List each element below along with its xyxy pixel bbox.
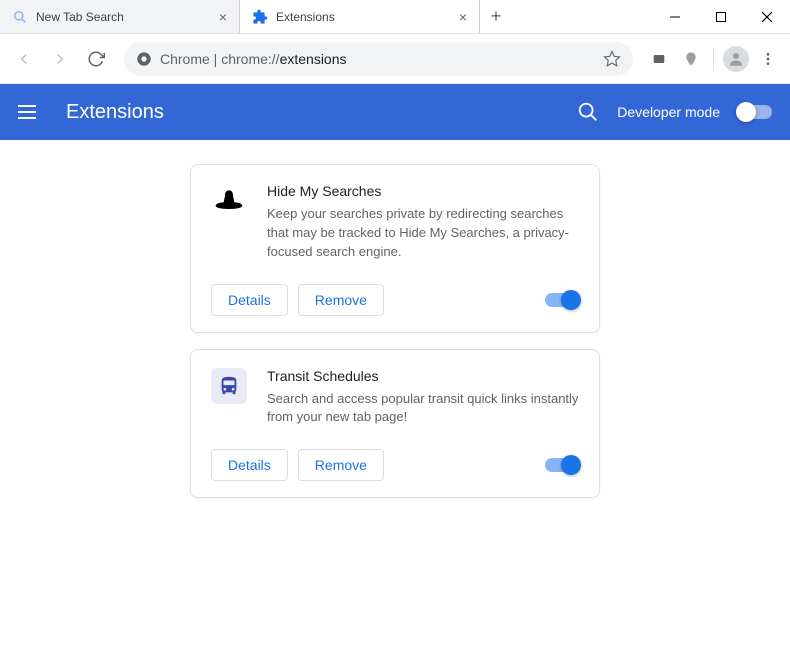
menu-icon[interactable]	[18, 100, 42, 124]
avatar-icon	[723, 46, 749, 72]
tab-extensions[interactable]: Extensions ×	[240, 0, 480, 33]
minimize-button[interactable]	[652, 0, 698, 33]
extension-description: Search and access popular transit quick …	[267, 390, 579, 428]
window-controls	[652, 0, 790, 33]
hat-icon	[211, 183, 247, 219]
developer-mode-toggle[interactable]	[738, 105, 772, 119]
extension-name: Hide My Searches	[267, 183, 579, 199]
profile-button[interactable]	[722, 45, 750, 73]
puzzle-icon	[252, 9, 268, 25]
tab-new-tab-search[interactable]: New Tab Search ×	[0, 0, 240, 33]
details-button[interactable]: Details	[211, 284, 288, 316]
developer-mode-label: Developer mode	[617, 104, 720, 120]
extension-description: Keep your searches private by redirectin…	[267, 205, 579, 262]
close-button[interactable]	[744, 0, 790, 33]
extension-card: Hide My Searches Keep your searches priv…	[190, 164, 600, 333]
details-button[interactable]: Details	[211, 449, 288, 481]
extensions-header: Extensions Developer mode	[0, 84, 790, 140]
extension-name: Transit Schedules	[267, 368, 579, 384]
address-bar[interactable]: Chrome | chrome://extensions	[124, 42, 633, 76]
bus-icon	[211, 368, 247, 404]
remove-button[interactable]: Remove	[298, 284, 384, 316]
new-tab-button[interactable]: +	[480, 0, 512, 33]
tab-title: New Tab Search	[36, 10, 215, 24]
extension-icon-2[interactable]	[677, 45, 705, 73]
chrome-icon	[136, 51, 152, 67]
toolbar: Chrome | chrome://extensions	[0, 34, 790, 84]
page-title: Extensions	[66, 101, 164, 124]
extension-card: Transit Schedules Search and access popu…	[190, 349, 600, 499]
bookmark-icon[interactable]	[603, 50, 621, 68]
forward-button[interactable]	[44, 43, 76, 75]
back-button[interactable]	[8, 43, 40, 75]
close-icon[interactable]: ×	[215, 9, 231, 25]
enable-toggle[interactable]	[545, 458, 579, 472]
close-icon[interactable]: ×	[455, 9, 471, 25]
divider	[713, 48, 714, 70]
remove-button[interactable]: Remove	[298, 449, 384, 481]
url-text: Chrome | chrome://extensions	[160, 51, 347, 67]
tab-title: Extensions	[276, 10, 455, 24]
enable-toggle[interactable]	[545, 293, 579, 307]
reload-button[interactable]	[80, 43, 112, 75]
extension-icon-1[interactable]	[645, 45, 673, 73]
extensions-list: Hide My Searches Keep your searches priv…	[0, 140, 790, 538]
maximize-button[interactable]	[698, 0, 744, 33]
menu-button[interactable]	[754, 45, 782, 73]
search-icon	[12, 9, 28, 25]
search-icon[interactable]	[577, 101, 599, 123]
titlebar: New Tab Search × Extensions × +	[0, 0, 790, 34]
